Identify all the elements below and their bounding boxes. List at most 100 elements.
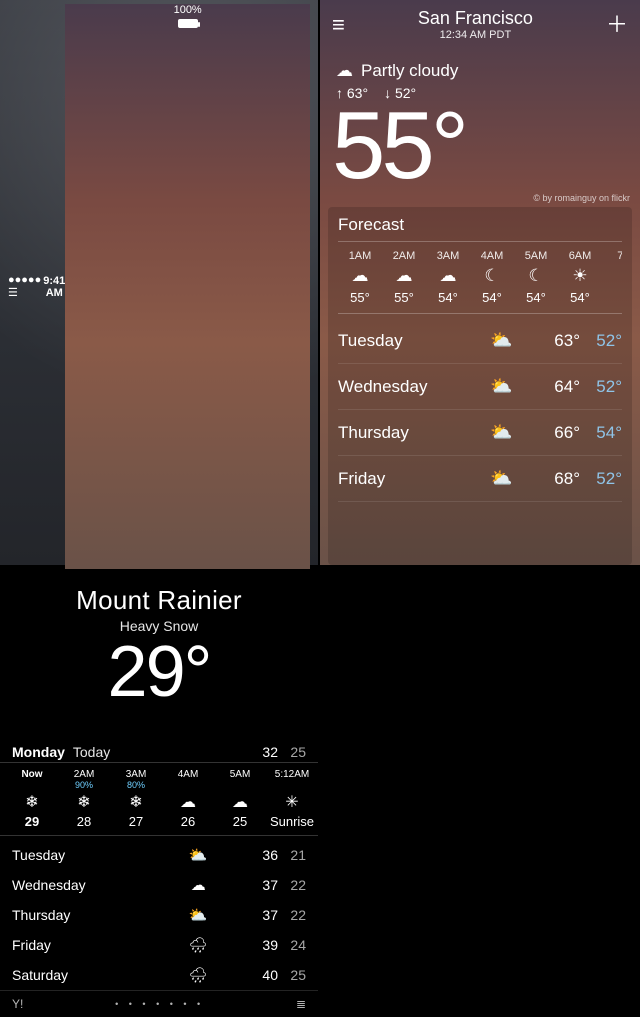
hour-time: 6AM [558,250,602,262]
day-name: Wednesday [338,377,465,397]
partly-cloudy-icon: ⛅ [465,468,538,489]
hour-pop: 90% [60,780,108,790]
daily-row: Wednesday ⛅ 64° 52° [338,364,622,410]
day-high: 68° [538,469,580,489]
daily-row: Tuesday ⛅ 36 21 [12,840,306,870]
hourly-cell: 4AM ☁ 26 [162,769,214,829]
hourly-forecast[interactable]: Now ❄ 29 2AM 90% ❄ 28 3AM 80% ❄ 27 4AM ☁… [0,762,318,836]
daily-forecast[interactable]: Tuesday ⛅ 36 21 Wednesday ☁ 37 22 Thursd… [0,836,318,990]
list-icon[interactable]: ≣ [296,997,306,1011]
sun-icon: ☀ [558,266,602,286]
hour-pop [164,780,212,790]
daily-forecast[interactable]: Tuesday ⛅ 63° 52° Wednesday ⛅ 64° 52° Th… [338,314,622,502]
hour-time: 7A [602,250,622,262]
rain-icon: 🌧 [147,966,250,984]
menu-icon[interactable]: ≡ [332,14,345,36]
condition-text: Heavy Snow [0,618,318,634]
hour-temp: 55° [382,290,426,305]
hour-pop [268,780,316,790]
daily-row: Thursday ⛅ 37 22 [12,900,306,930]
cloud-icon: ☁ [426,266,470,286]
day-high: 37 [250,877,278,893]
partly-cloudy-icon: ⛅ [147,906,250,924]
hour-temp: 28 [60,814,108,829]
day-name: Friday [338,469,465,489]
day-name: Thursday [338,423,465,443]
partly-cloudy-icon: ⛅ [147,846,250,864]
partly-cloudy-icon: ⛅ [465,330,538,351]
today-high: 32 [250,744,278,760]
daily-row: Tuesday ⛅ 63° 52° [338,318,622,364]
cloud-icon: ☁ [216,792,264,812]
day-high: 66° [538,423,580,443]
hour-time: 2AM [382,250,426,262]
forecast-panel: Forecast 1AM ☁ 55° 2AM ☁ 55° 3AM ☁ 54° 4… [328,207,632,565]
partly-cloudy-icon: ☁ [336,61,353,81]
cloud-icon: ☁ [147,876,250,894]
page-dots[interactable]: • • • • • • • [23,999,296,1009]
hour-temp: 26 [164,814,212,829]
daily-row: Friday 🌧 39 24 [12,930,306,960]
day-name: Saturday [12,967,147,983]
day-name: Wednesday [12,877,147,893]
city-block: San Francisco 12:34 AM PDT [345,8,606,41]
hourly-cell: 6AM ☀ 54° [558,250,602,305]
signal-icon: ●●●●● ☰ [8,274,43,299]
hourly-cell: 4AM ☾ 54° [470,250,514,305]
battery-percent: 100% [174,4,202,16]
current-temp: 29° [0,636,318,708]
hour-temp: 27 [112,814,160,829]
today-row: Monday Today 32 25 [0,738,318,762]
hourly-forecast[interactable]: 1AM ☁ 55° 2AM ☁ 55° 3AM ☁ 54° 4AM ☾ 54° … [338,241,622,314]
daily-row: Wednesday ☁ 37 22 [12,870,306,900]
hour-time: 5AM [216,769,264,780]
day-low: 22 [278,877,306,893]
day-low: 21 [278,847,306,863]
day-high: 63° [538,331,580,351]
condition-row: ☁ Partly cloudy [320,43,640,81]
location-name: Mount Rainier [0,585,318,616]
footer-toolbar: Y! • • • • • • • ≣ [0,990,318,1017]
ios-weather-screen: ●●●●● ☰ 9:41 AM 100% Mount Rainier Heavy… [0,0,318,565]
today-label: Today [73,744,110,760]
hourly-cell: 7A [602,250,622,305]
hour-time: 4AM [470,250,514,262]
status-right: 100% [65,4,310,569]
daily-row: Thursday ⛅ 66° 54° [338,410,622,456]
moon-icon: ☾ [470,266,514,286]
yahoo-weather-screen: ≡ San Francisco 12:34 AM PDT ＋ ☁ Partly … [320,0,640,565]
hourly-cell: 2AM 90% ❄ 28 [58,769,110,829]
hourly-cell: 3AM ☁ 54° [426,250,470,305]
day-name: Tuesday [12,847,147,863]
hour-temp: 54° [558,290,602,305]
hour-temp: Sunrise [268,814,316,829]
condition-text: Partly cloudy [361,61,458,81]
forecast-label: Forecast [338,215,622,235]
snow-icon: ❄ [60,792,108,812]
cloud-icon: ☁ [338,266,382,286]
current-temp: 55° [320,101,640,193]
hourly-cell: 3AM 80% ❄ 27 [110,769,162,829]
day-high: 36 [250,847,278,863]
add-icon[interactable]: ＋ [606,14,628,36]
hourly-cell: 1AM ☁ 55° [338,250,382,305]
cloud-icon: ☁ [164,792,212,812]
hourly-cell: Now ❄ 29 [6,769,58,829]
day-name: Tuesday [338,331,465,351]
hour-temp: 25 [216,814,264,829]
hourly-cell: 5:12AM ✳ Sunrise [266,769,318,829]
hour-time: 1AM [338,250,382,262]
hour-temp: 54° [514,290,558,305]
cloud-icon: ☁ [382,266,426,286]
hourly-cell: 2AM ☁ 55° [382,250,426,305]
hour-time: 5AM [514,250,558,262]
hourly-cell: 5AM ☾ 54° [514,250,558,305]
city-name: San Francisco [345,8,606,29]
hour-time: 5:12AM [268,769,316,780]
day-name: Friday [12,937,147,953]
snow-icon: ❄ [112,792,160,812]
yahoo-icon[interactable]: Y! [12,997,23,1011]
hour-time: 3AM [426,250,470,262]
day-low: 25 [278,967,306,983]
hour-time: 2AM [60,769,108,780]
